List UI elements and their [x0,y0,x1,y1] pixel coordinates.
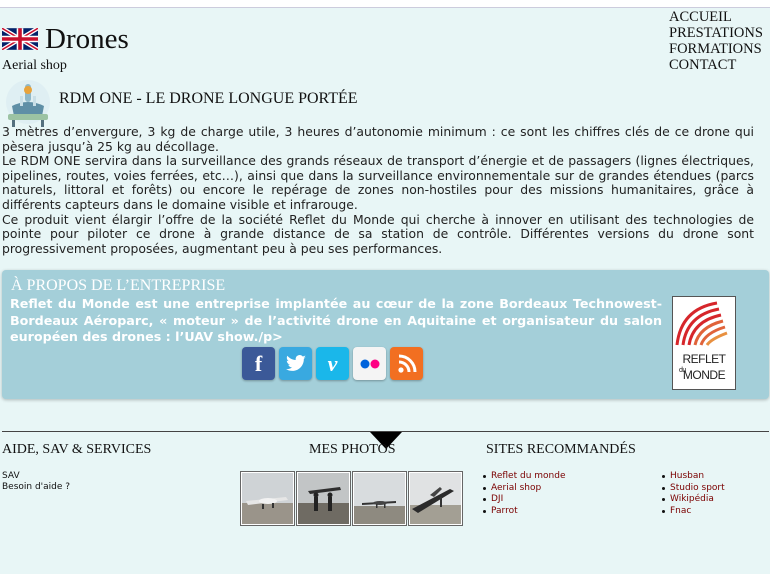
site-tagline: Aerial shop [2,58,67,73]
logo-text-line2: MONDE [682,368,726,382]
site-link-wikipedia[interactable]: Wikipédia [670,494,714,504]
list-item: Reflet du monde [483,471,566,483]
sites-title: SITES RECOMMANDÉS [486,442,636,457]
photos-title: MES PHOTOS [309,442,396,457]
article-title: RDM ONE - LE DRONE LONGUE PORTÉE [59,90,358,107]
support-title: AIDE, SAV & SERVICES [2,442,152,457]
list-item: Wikipédia [662,494,725,506]
list-item: Aerial shop [483,483,566,495]
nav-item-prestations[interactable]: PRESTATIONS [669,25,763,41]
main-nav: ACCUEIL PRESTATIONS FORMATIONS CONTACT [669,9,763,73]
about-text: Reflet du Monde est une entreprise impla… [10,296,662,344]
article-body: 3 mètres d’envergure, 3 kg de charge uti… [2,124,754,256]
recommended-sites-list: Reflet du monde Aerial shop DJI Parrot [483,471,566,517]
twitter-icon[interactable] [279,347,312,380]
rss-icon[interactable] [390,347,423,380]
photo-thumbnail[interactable] [408,471,463,526]
page: Drones Aerial shop ACCUEIL PRESTATIONS F… [0,7,770,574]
article-paragraph: Ce produit vient élargir l’offre de la s… [2,211,754,256]
nav-item-contact[interactable]: CONTACT [669,57,763,73]
support-link-help[interactable]: Besoin d'aide ? [2,482,70,493]
article-paragraph: 3 mètres d’envergure, 3 kg de charge uti… [2,124,754,154]
photo-thumbnail[interactable] [352,471,407,526]
list-item: DJI [483,494,566,506]
drone-icon [6,80,50,127]
nav-item-formations[interactable]: FORMATIONS [669,41,763,57]
list-item: Fnac [662,506,725,518]
site-link-studio-sport[interactable]: Studio sport [670,483,725,493]
site-title[interactable]: Drones [45,23,129,56]
site-link-dji[interactable]: DJI [491,494,503,504]
recommended-sites-list-2: Husban Studio sport Wikipédia Fnac [662,471,725,517]
logo-text-line1: REFLET [682,352,726,366]
site-link-husban[interactable]: Husban [670,471,704,481]
site-link-fnac[interactable]: Fnac [670,506,691,516]
uk-flag-icon[interactable] [2,28,38,50]
reflet-du-monde-logo[interactable]: REFLET du MONDE [672,296,736,390]
site-link-reflet-du-monde[interactable]: Reflet du monde [491,471,566,481]
list-item: Parrot [483,506,566,518]
site-link-parrot[interactable]: Parrot [491,506,518,516]
list-item: Studio sport [662,483,725,495]
facebook-icon[interactable]: f [242,347,275,380]
support-links: SAV Besoin d'aide ? [2,471,70,493]
vimeo-icon[interactable]: v [316,347,349,380]
article-paragraph: Le RDM ONE servira dans la surveillance … [2,153,754,212]
photo-thumbnail[interactable] [240,471,295,526]
about-title: À PROPOS DE L’ENTREPRISE [11,277,226,294]
nav-item-accueil[interactable]: ACCUEIL [669,9,763,25]
support-link-sav[interactable]: SAV [2,471,70,482]
about-section: À PROPOS DE L’ENTREPRISE Reflet du Monde… [2,270,769,399]
flickr-icon[interactable] [353,347,386,380]
site-link-aerial-shop[interactable]: Aerial shop [491,483,541,493]
list-item: Husban [662,471,725,483]
photo-thumbnail[interactable] [296,471,351,526]
